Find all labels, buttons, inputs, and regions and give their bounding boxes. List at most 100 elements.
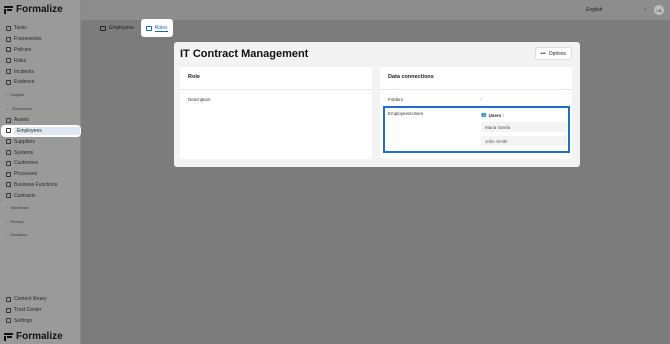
folders-label: Folders bbox=[388, 97, 404, 102]
divider bbox=[180, 89, 372, 90]
page-title: IT Contract Management bbox=[180, 48, 309, 60]
flow-icon bbox=[6, 171, 11, 177]
sidebar-item-label: Risks bbox=[14, 57, 27, 64]
user-icon bbox=[6, 160, 11, 166]
sidebar-item-label: Processes bbox=[14, 171, 38, 178]
box-icon bbox=[6, 117, 11, 123]
employees-users-label: Employees/Users bbox=[388, 111, 424, 116]
sidebar-item-content-library[interactable]: Content library bbox=[0, 294, 81, 305]
library-icon bbox=[6, 296, 11, 302]
sidebar-item-business-functions[interactable]: Business Functions bbox=[0, 180, 81, 191]
sidebar-item-label: Employees bbox=[14, 126, 80, 135]
footer-logo: Formalize bbox=[4, 331, 63, 342]
sidebar-item-policies[interactable]: Policies bbox=[0, 45, 81, 56]
chevron-right-icon: › bbox=[644, 7, 646, 13]
people-icon bbox=[100, 25, 106, 31]
gear-icon bbox=[6, 318, 11, 324]
users-header-label: Users : bbox=[488, 112, 504, 118]
sidebar-item-contracts[interactable]: Contracts bbox=[0, 190, 81, 201]
warning-icon bbox=[6, 58, 11, 64]
tab-roles[interactable]: Roles bbox=[140, 19, 173, 37]
users-icon: 👥 bbox=[481, 112, 487, 117]
shield-icon bbox=[6, 47, 11, 53]
sidebar-group-workflows[interactable]: › Workflows bbox=[0, 201, 81, 215]
sidebar-group-label: Workflows bbox=[10, 205, 29, 211]
sidebar-item-label: Content library bbox=[14, 296, 47, 303]
sidebar-section-resources: ⌄ Resources bbox=[0, 101, 81, 115]
avatar[interactable]: LB bbox=[654, 5, 664, 15]
sidebar-item-employees[interactable]: Employees bbox=[1, 124, 81, 138]
sidebar-item-label: Business Functions bbox=[14, 181, 58, 188]
formalize-logo-icon bbox=[4, 5, 13, 14]
role-heading: Role bbox=[188, 74, 200, 80]
app-logo[interactable]: Formalize bbox=[4, 4, 63, 15]
sidebar-item-label: Tasks bbox=[14, 25, 27, 32]
sidebar-item-label: Trust Center bbox=[14, 307, 42, 314]
sidebar-item-customers[interactable]: Customers bbox=[0, 158, 81, 169]
chevron-right-icon: › bbox=[6, 232, 8, 238]
tab-employees[interactable]: Employees bbox=[97, 20, 137, 36]
sidebar-item-label: Systems bbox=[14, 149, 34, 156]
sidebar-item-evidence[interactable]: Evidence bbox=[0, 77, 81, 88]
trust-icon bbox=[6, 307, 11, 313]
data-connections-heading: Data connections bbox=[388, 74, 434, 80]
sidebar-item-assets[interactable]: Assets bbox=[0, 115, 81, 126]
sidebar-section-label: Resources bbox=[12, 105, 32, 111]
sidebar-group-label: Guidance bbox=[10, 232, 28, 238]
sidebar-group-privacy[interactable]: › Privacy bbox=[0, 215, 81, 229]
tab-label: Employees bbox=[109, 25, 134, 31]
options-label: Options bbox=[548, 50, 566, 57]
sidebar-group-insights[interactable]: › Insights bbox=[0, 88, 81, 102]
sidebar-item-label: Frameworks bbox=[14, 36, 42, 43]
sidebar-item-systems[interactable]: Systems bbox=[0, 147, 81, 158]
more-icon: ••• bbox=[540, 50, 546, 57]
sidebar-item-label: Settings bbox=[14, 317, 33, 324]
language-selector[interactable]: English › bbox=[586, 5, 646, 15]
folders-value: - bbox=[480, 97, 482, 102]
sidebar-item-settings[interactable]: Settings bbox=[0, 316, 81, 327]
role-icon bbox=[145, 25, 152, 31]
user-chip[interactable]: John Smith bbox=[481, 136, 567, 146]
topbar bbox=[81, 0, 670, 20]
language-label: English bbox=[586, 7, 603, 13]
sidebar-bottom-nav: Content library Trust Center Settings bbox=[0, 294, 81, 326]
truck-icon bbox=[6, 139, 11, 145]
sidebar-item-label: Assets bbox=[14, 117, 30, 124]
sidebar-item-tasks[interactable]: Tasks bbox=[0, 23, 81, 34]
sidebar-item-label: Policies bbox=[14, 46, 32, 53]
sidebar-nav: Tasks Frameworks Policies Risks Incident… bbox=[0, 23, 81, 242]
list-icon bbox=[6, 25, 11, 31]
sidebar-group-label: Privacy bbox=[10, 218, 24, 224]
frame-icon bbox=[6, 36, 11, 42]
app-name: Formalize bbox=[16, 331, 63, 342]
tab-bar: Employees Roles bbox=[97, 19, 173, 37]
sidebar-group-guidance[interactable]: › Guidance bbox=[0, 228, 81, 242]
chevron-right-icon: › bbox=[6, 218, 8, 224]
doc-icon bbox=[6, 79, 11, 85]
sidebar: Formalize Tasks Frameworks Policies Risk… bbox=[0, 0, 81, 344]
description-label: Description bbox=[188, 97, 211, 102]
user-chip[interactable]: Maria Varela bbox=[481, 122, 567, 132]
app-name: Formalize bbox=[16, 4, 63, 15]
sidebar-item-incidents[interactable]: Incidents bbox=[0, 66, 81, 77]
sidebar-item-suppliers[interactable]: Suppliers bbox=[0, 136, 81, 147]
divider bbox=[380, 89, 572, 90]
role-panel: Role Description bbox=[180, 67, 372, 159]
server-icon bbox=[6, 150, 11, 156]
users-header: 👥 Users : bbox=[481, 112, 504, 118]
formalize-logo-icon bbox=[4, 332, 13, 341]
chevron-down-icon: ⌄ bbox=[6, 105, 10, 111]
sidebar-item-label: Suppliers bbox=[14, 138, 35, 145]
chevron-right-icon: › bbox=[6, 205, 8, 211]
sidebar-item-trust-center[interactable]: Trust Center bbox=[0, 305, 81, 316]
options-button[interactable]: ••• Options bbox=[534, 47, 572, 60]
contract-icon bbox=[6, 193, 11, 199]
employees-users-field[interactable]: Employees/Users 👥 Users : Maria Varela Jo… bbox=[383, 106, 570, 153]
sidebar-item-label: Contracts bbox=[14, 192, 36, 199]
sidebar-item-risks[interactable]: Risks bbox=[0, 55, 81, 66]
sidebar-group-label: Insights bbox=[10, 92, 25, 98]
chart-icon bbox=[6, 182, 11, 188]
sidebar-item-processes[interactable]: Processes bbox=[0, 169, 81, 180]
sidebar-item-frameworks[interactable]: Frameworks bbox=[0, 34, 81, 45]
alert-icon bbox=[6, 69, 11, 75]
